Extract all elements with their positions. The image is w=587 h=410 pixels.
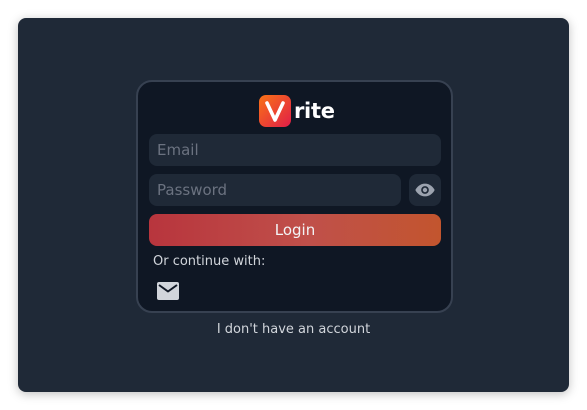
login-button[interactable]: Login bbox=[149, 214, 441, 246]
continue-with-email-button[interactable] bbox=[157, 279, 179, 303]
eye-icon bbox=[415, 183, 435, 197]
app-window: rite Login Or continue with: I don't hav… bbox=[18, 18, 569, 392]
login-card: rite Login Or continue with: bbox=[136, 80, 453, 313]
logo: rite bbox=[259, 94, 335, 128]
no-account-link[interactable]: I don't have an account bbox=[18, 322, 569, 337]
logo-text: rite bbox=[294, 99, 335, 123]
password-field[interactable] bbox=[149, 174, 401, 206]
continue-with-label: Or continue with: bbox=[153, 254, 266, 269]
logo-mark-icon bbox=[259, 95, 291, 127]
email-field[interactable] bbox=[149, 134, 441, 166]
toggle-password-visibility-button[interactable] bbox=[409, 174, 441, 206]
mail-icon bbox=[157, 282, 179, 300]
